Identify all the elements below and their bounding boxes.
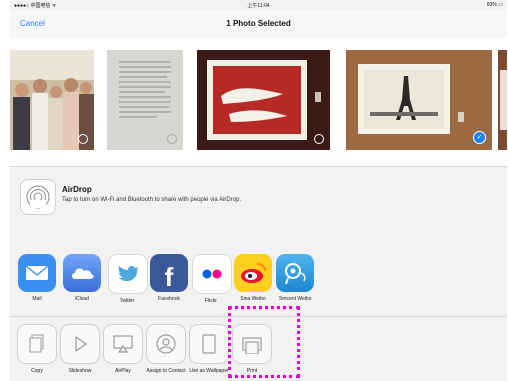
airplay-label: AirPlay — [115, 368, 131, 374]
cloud-icon[interactable] — [63, 254, 101, 292]
select-circle-icon[interactable] — [78, 134, 88, 144]
airdrop-icon[interactable] — [20, 179, 56, 215]
icloud-label: iCloud — [74, 296, 90, 302]
slideshow-label: Slideshow — [68, 368, 92, 374]
print-icon[interactable] — [232, 324, 272, 364]
status-time: 上午11:04 — [247, 3, 270, 9]
next-photo-thumbnail[interactable] — [498, 50, 507, 150]
icloud-share-button[interactable]: iCloud — [63, 254, 101, 302]
document-photo-thumbnail[interactable] — [107, 50, 183, 150]
slideshow-button[interactable]: Slideshow — [59, 324, 101, 374]
flickr-label: Flickr — [205, 298, 217, 304]
sina-weibo-label: Sina Weibo — [240, 296, 266, 302]
mail-icon[interactable] — [18, 254, 56, 292]
twitter-share-button[interactable]: Twitter — [108, 254, 148, 304]
selected-check-icon[interactable]: ✓ — [473, 131, 486, 144]
wallpaper-icon[interactable] — [189, 324, 229, 364]
tencent-weibo-share-button[interactable]: Tencent Weibo — [276, 254, 314, 302]
flickr-share-button[interactable]: Flickr — [192, 254, 232, 304]
sina-weibo-share-button[interactable]: Sina Weibo — [234, 254, 272, 302]
select-circle-icon[interactable] — [167, 134, 177, 144]
photo-strip[interactable]: ✓ — [10, 38, 507, 166]
airdrop-description: Tap to turn on Wi-Fi and Bluetooth to sh… — [62, 197, 242, 203]
assign-to-contact-label: Assign to Contact — [146, 368, 186, 374]
navigation-bar: Cancel 1 Photo Selected — [10, 10, 507, 39]
share-apps-row: Mail iCloud Twitter f Facebook Flickr Si… — [10, 246, 507, 317]
group-photo-thumbnail[interactable] — [10, 50, 94, 150]
weibo-icon[interactable] — [234, 254, 272, 292]
copy-icon[interactable] — [17, 324, 57, 364]
copy-button[interactable]: Copy — [16, 324, 58, 374]
copy-label: Copy — [31, 368, 43, 374]
airdrop-section[interactable]: AirDrop Tap to turn on Wi-Fi and Bluetoo… — [10, 166, 507, 248]
page-title: 1 Photo Selected — [226, 19, 291, 28]
tencent-weibo-icon[interactable] — [276, 254, 314, 292]
airplay-icon[interactable] — [103, 324, 143, 364]
mail-share-button[interactable]: Mail — [18, 254, 56, 302]
contact-icon[interactable] — [146, 324, 186, 364]
use-as-wallpaper-label: Use as Wallpaper — [189, 368, 229, 374]
print-label: Print — [246, 368, 258, 374]
twitter-label: Twitter — [119, 298, 135, 304]
share-sheet-screen: ●●●●○ 中国电信 ᯤ 上午11:04 83% ▭ Cancel 1 Phot… — [10, 0, 507, 381]
flickr-icon[interactable] — [192, 254, 232, 294]
use-as-wallpaper-button[interactable]: Use as Wallpaper — [188, 324, 230, 374]
mail-label: Mail — [32, 296, 42, 302]
print-button[interactable]: Print — [231, 324, 273, 374]
facebook-icon[interactable]: f — [150, 254, 188, 292]
facebook-label: Facebook — [158, 296, 180, 302]
twitter-bird-icon[interactable] — [108, 254, 148, 294]
battery-indicator: 83% ▭ — [486, 2, 503, 8]
facebook-share-button[interactable]: f Facebook — [150, 254, 188, 302]
airdrop-title: AirDrop — [62, 185, 92, 194]
play-icon[interactable] — [60, 324, 100, 364]
actions-row: Copy Slideshow AirPlay Assign to Contact — [10, 317, 507, 381]
red-painting-photo-thumbnail[interactable] — [197, 50, 330, 150]
status-bar: ●●●●○ 中国电信 ᯤ 上午11:04 83% ▭ — [10, 0, 507, 10]
tencent-weibo-label: Tencent Weibo — [278, 296, 312, 302]
assign-to-contact-button[interactable]: Assign to Contact — [145, 324, 187, 374]
airplay-button[interactable]: AirPlay — [102, 324, 144, 374]
select-circle-icon[interactable] — [314, 134, 324, 144]
eiffel-tower-print-photo-thumbnail[interactable]: ✓ — [346, 50, 492, 150]
